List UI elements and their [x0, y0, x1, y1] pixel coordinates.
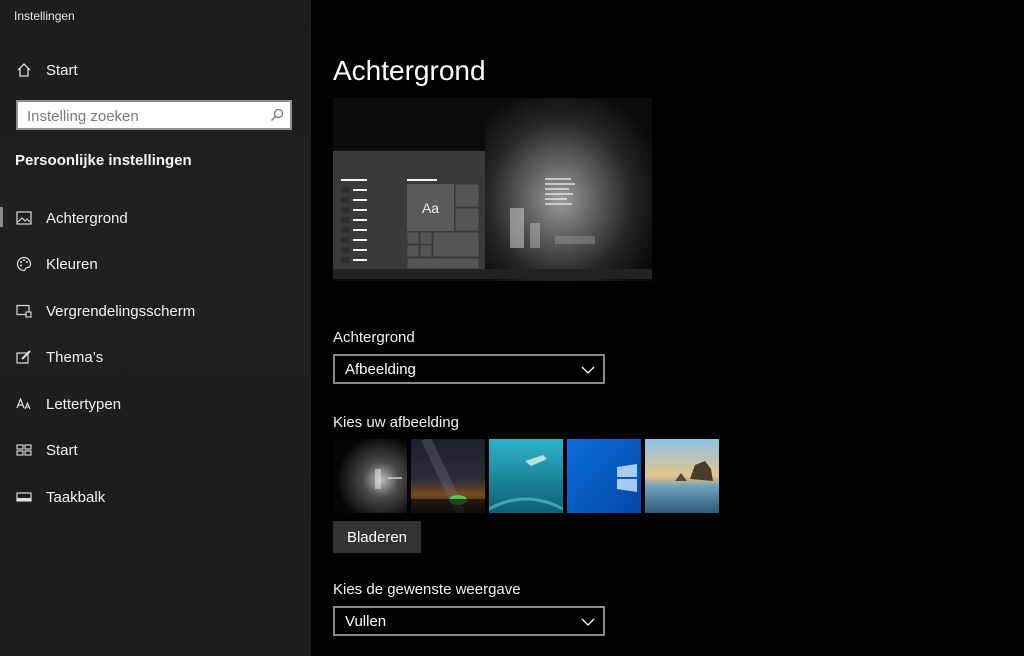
sidebar-item-label: Taakbalk — [46, 488, 106, 506]
preview-taskbar — [333, 269, 652, 279]
sidebar-item-label: Start — [46, 441, 78, 459]
background-type-label: Achtergrond — [333, 329, 415, 346]
browse-button[interactable]: Bladeren — [333, 521, 421, 553]
home-icon — [15, 61, 33, 79]
background-type-dropdown[interactable]: Afbeelding — [333, 354, 605, 384]
section-title: Persoonlijke instellingen — [15, 152, 192, 169]
home-nav-item[interactable]: Start — [0, 50, 311, 90]
taskbar-icon — [15, 488, 33, 506]
picture-thumbnail-3[interactable] — [489, 439, 563, 513]
sidebar-item-vergrendelingsscherm[interactable]: Vergrendelingsscherm — [0, 291, 311, 331]
choose-picture-label: Kies uw afbeelding — [333, 414, 459, 431]
font-icon — [15, 395, 33, 413]
sidebar-item-start[interactable]: Start — [0, 430, 311, 470]
search-input[interactable] — [18, 102, 269, 130]
preview-start-window: Aa — [333, 151, 485, 269]
home-label: Start — [46, 61, 78, 79]
fit-dropdown[interactable]: Vullen — [333, 606, 605, 636]
chevron-down-icon — [581, 363, 595, 381]
sidebar-item-label: Lettertypen — [46, 395, 122, 413]
start-tiles-icon — [15, 441, 33, 459]
picture-icon — [15, 209, 33, 227]
page-title: Achtergrond — [333, 55, 486, 86]
background-preview: Aa — [333, 98, 652, 281]
chevron-down-icon — [581, 615, 595, 633]
picture-thumbnail-4[interactable] — [567, 439, 641, 513]
sidebar-item-label: Vergrendelingsscherm — [46, 302, 196, 320]
sidebar-item-kleuren[interactable]: Kleuren — [0, 244, 311, 284]
dropdown-value: Vullen — [345, 613, 387, 630]
window-title: Instellingen — [14, 9, 75, 23]
picture-thumbnail-5[interactable] — [645, 439, 719, 513]
search-box[interactable] — [16, 100, 292, 130]
lock-screen-icon — [15, 302, 33, 320]
sidebar-item-achtergrond[interactable]: Achtergrond — [0, 198, 311, 238]
picture-thumbnail-2[interactable] — [411, 439, 485, 513]
sidebar-item-label: Kleuren — [46, 255, 98, 273]
preview-tile-aa: Aa — [407, 184, 454, 231]
fit-label: Kies de gewenste weergave — [333, 581, 521, 598]
dropdown-value: Afbeelding — [345, 361, 416, 378]
sidebar-item-lettertypen[interactable]: Lettertypen — [0, 384, 311, 424]
preview-wallpaper — [485, 98, 652, 281]
main-content: Achtergrond Aa Achtergrond Afbeelding Ki… — [311, 0, 1024, 656]
palette-icon — [15, 255, 33, 273]
search-icon[interactable] — [270, 108, 284, 127]
theme-brush-icon — [15, 348, 33, 366]
sidebar: Instellingen Start Persoonlijke instelli… — [0, 0, 311, 656]
sidebar-item-taakbalk[interactable]: Taakbalk — [0, 477, 311, 517]
sidebar-item-label: Thema’s — [46, 348, 104, 366]
sidebar-item-label: Achtergrond — [46, 209, 128, 227]
sidebar-item-themas[interactable]: Thema’s — [0, 337, 311, 377]
picture-thumbnail-1[interactable] — [333, 439, 407, 513]
